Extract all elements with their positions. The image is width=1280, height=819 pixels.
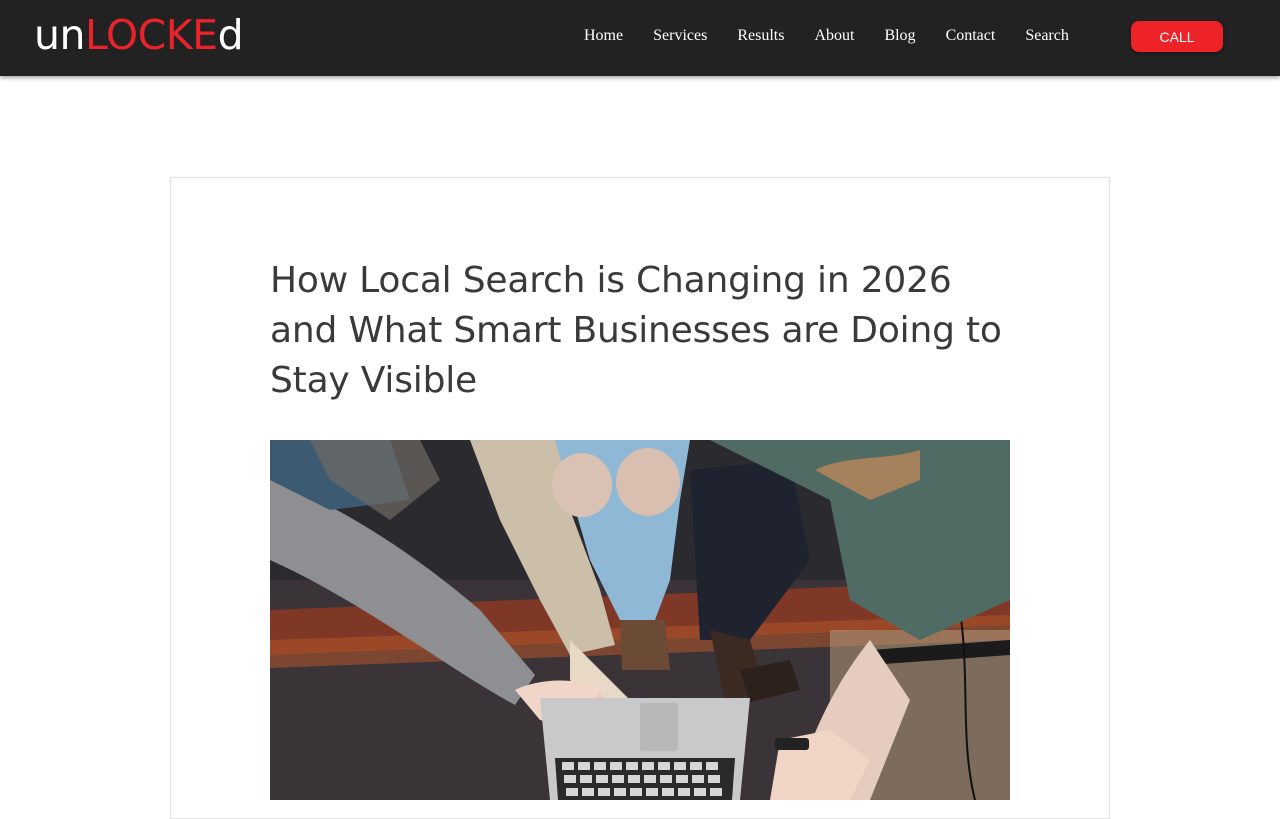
logo-part-un: un (34, 11, 85, 59)
nav-services[interactable]: Services (638, 22, 722, 50)
call-button[interactable]: CALL (1131, 21, 1223, 52)
logo-part-locke: LOCKE (84, 11, 218, 59)
hero-photo-illustration (270, 440, 1010, 800)
nav-home[interactable]: Home (569, 22, 638, 50)
logo-part-d: d (217, 11, 244, 59)
main-nav: Home Services Results About Blog Contact… (569, 22, 1084, 50)
nav-blog[interactable]: Blog (869, 22, 930, 50)
nav-contact[interactable]: Contact (931, 22, 1011, 50)
site-logo[interactable]: unLOCKEd (34, 10, 244, 60)
nav-results[interactable]: Results (722, 22, 799, 50)
site-header: unLOCKEd Home Services Results About Blo… (0, 0, 1280, 76)
post-hero-image (270, 440, 1010, 800)
nav-about[interactable]: About (799, 22, 869, 50)
nav-search[interactable]: Search (1010, 22, 1084, 50)
post-title: How Local Search is Changing in 2026 and… (270, 260, 1002, 401)
